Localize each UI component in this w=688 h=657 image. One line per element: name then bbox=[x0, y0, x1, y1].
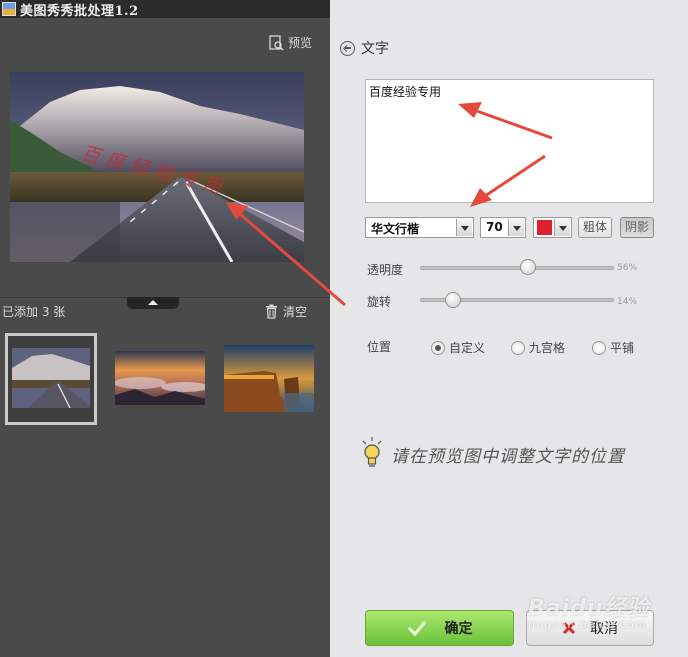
app-icon bbox=[2, 2, 16, 16]
font-family-value: 华文行楷 bbox=[371, 222, 420, 236]
opacity-slider-knob[interactable] bbox=[519, 259, 536, 275]
title-bar: 美图秀秀批处理1.2 bbox=[0, 0, 330, 19]
confirm-label: 确定 bbox=[444, 621, 473, 637]
chevron-down-icon[interactable] bbox=[456, 219, 472, 236]
sunset-thumbnail-image bbox=[115, 351, 205, 405]
preview-image[interactable]: 百度经验专用 bbox=[10, 72, 304, 262]
section-title: 文字 bbox=[361, 41, 389, 57]
clear-button[interactable]: 清空 bbox=[265, 303, 307, 320]
thumbnail-sunset[interactable] bbox=[115, 351, 205, 405]
opacity-value: 56% bbox=[617, 263, 638, 273]
text-settings-panel: 文字 百度经验专用 华文行楷 70 粗体 阴影 透明度 56% 旋转 14% 位… bbox=[330, 0, 688, 657]
text-content-input[interactable]: 百度经验专用 bbox=[365, 79, 654, 203]
hint-text: 请在预览图中调整文字的位置 bbox=[391, 446, 625, 467]
thumbnail-cliff[interactable] bbox=[224, 345, 314, 412]
font-color-picker[interactable] bbox=[533, 217, 572, 238]
radio-nine-grid-label: 九宫格 bbox=[529, 341, 566, 355]
baidu-watermark: Baidu经验 jingyan.baidu.com bbox=[528, 590, 650, 631]
chevron-down-icon[interactable] bbox=[508, 219, 524, 236]
radio-nine-grid[interactable]: 九宫格 bbox=[511, 339, 565, 356]
section-header: 文字 bbox=[340, 38, 389, 58]
rotation-slider-knob[interactable] bbox=[444, 292, 461, 308]
preview-icon bbox=[269, 34, 284, 51]
back-arrow-icon[interactable] bbox=[340, 40, 355, 56]
confirm-button[interactable]: 确定 bbox=[365, 610, 514, 646]
chevron-down-icon[interactable] bbox=[554, 219, 570, 236]
position-label: 位置 bbox=[367, 340, 392, 354]
opacity-label: 透明度 bbox=[367, 263, 404, 277]
font-family-select[interactable]: 华文行楷 bbox=[365, 217, 474, 238]
shadow-button[interactable]: 阴影 bbox=[620, 217, 654, 238]
thumbnail-road[interactable] bbox=[5, 333, 97, 425]
bold-button[interactable]: 粗体 bbox=[578, 217, 612, 238]
radio-custom[interactable]: 自定义 bbox=[431, 339, 485, 356]
clear-label: 清空 bbox=[283, 305, 308, 319]
window-title: 美图秀秀批处理1.2 bbox=[20, 4, 139, 19]
radio-dot[interactable] bbox=[511, 340, 525, 355]
cliff-thumbnail-image bbox=[224, 345, 314, 412]
font-size-value: 70 bbox=[486, 220, 503, 234]
preview-button[interactable]: 预览 bbox=[268, 34, 312, 51]
watermark-url: jingyan.baidu.com bbox=[528, 618, 647, 631]
trash-icon bbox=[266, 304, 277, 319]
radio-custom-label: 自定义 bbox=[449, 341, 486, 355]
checkmark-icon bbox=[407, 621, 426, 636]
font-size-select[interactable]: 70 bbox=[480, 217, 526, 238]
left-panel: 预览 百度经验专用 已添加 3 张 清空 bbox=[0, 18, 330, 657]
road-thumbnail-image bbox=[12, 348, 90, 409]
radio-tile[interactable]: 平铺 bbox=[592, 339, 634, 356]
color-swatch bbox=[537, 220, 552, 235]
radio-dot[interactable] bbox=[431, 340, 445, 355]
radio-dot[interactable] bbox=[592, 340, 606, 355]
hint-message: 请在预览图中调整文字的位置 bbox=[361, 437, 625, 471]
collapse-toggle[interactable] bbox=[127, 297, 179, 309]
added-count: 已添加 3 张 bbox=[2, 305, 66, 319]
preview-label: 预览 bbox=[288, 36, 313, 50]
opacity-slider[interactable] bbox=[420, 266, 614, 270]
rotation-value: 14% bbox=[617, 297, 638, 307]
radio-tile-label: 平铺 bbox=[610, 341, 635, 355]
lightbulb-icon bbox=[362, 437, 382, 467]
rotation-label: 旋转 bbox=[367, 295, 392, 309]
